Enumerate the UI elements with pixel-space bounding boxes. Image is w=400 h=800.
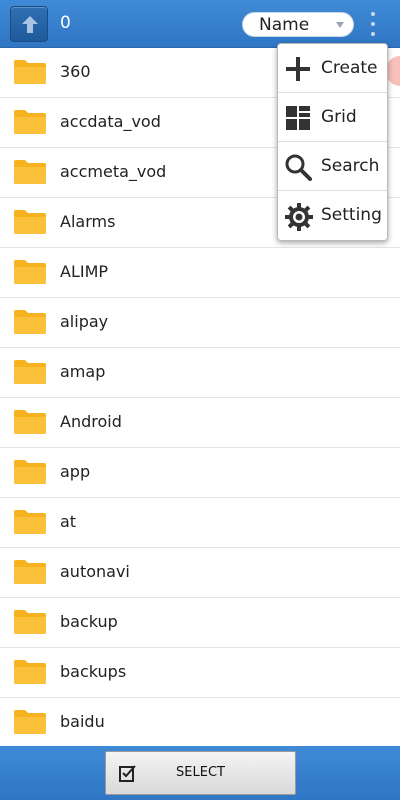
folder-icon bbox=[14, 660, 46, 684]
select-button[interactable]: SELECT bbox=[105, 751, 296, 795]
more-vert-dot bbox=[371, 32, 375, 36]
menu-item-create[interactable]: Create bbox=[278, 44, 387, 93]
list-item[interactable]: alipay bbox=[0, 298, 400, 348]
folder-name: app bbox=[60, 462, 91, 481]
list-item[interactable]: amap bbox=[0, 348, 400, 398]
select-button-label: SELECT bbox=[176, 765, 225, 780]
sort-selected-value: Name bbox=[259, 15, 310, 35]
folder-icon bbox=[14, 560, 46, 584]
search-icon bbox=[285, 154, 312, 181]
folder-icon bbox=[14, 410, 46, 434]
bottom-bar: SELECT bbox=[0, 746, 400, 800]
chevron-down-icon bbox=[336, 22, 344, 28]
item-count: 0 bbox=[60, 13, 71, 33]
overflow-menu-button[interactable] bbox=[366, 10, 380, 38]
folder-name: baidu bbox=[60, 712, 105, 731]
list-item[interactable]: app bbox=[0, 448, 400, 498]
folder-name: backup bbox=[60, 612, 118, 631]
sort-dropdown[interactable]: Name bbox=[242, 12, 354, 37]
folder-name: amap bbox=[60, 362, 106, 381]
folder-icon bbox=[14, 510, 46, 534]
menu-item-label: Search bbox=[321, 156, 380, 176]
folder-icon bbox=[14, 210, 46, 234]
list-item[interactable]: ALIMP bbox=[0, 248, 400, 298]
folder-icon bbox=[14, 460, 46, 484]
list-item[interactable]: backups bbox=[0, 648, 400, 698]
folder-icon bbox=[14, 160, 46, 184]
more-vert-icon bbox=[371, 12, 375, 16]
folder-name: accdata_vod bbox=[60, 112, 161, 131]
list-item[interactable]: at bbox=[0, 498, 400, 548]
more-vert-dot bbox=[371, 22, 375, 26]
menu-item-grid[interactable]: Grid bbox=[278, 93, 387, 142]
folder-name: Android bbox=[60, 412, 122, 431]
grid-icon bbox=[286, 106, 310, 130]
list-item[interactable]: Android bbox=[0, 398, 400, 448]
gear-icon bbox=[285, 203, 313, 231]
menu-item-search[interactable]: Search bbox=[278, 142, 387, 191]
folder-name: alipay bbox=[60, 312, 109, 331]
folder-name: accmeta_vod bbox=[60, 162, 167, 181]
list-item[interactable]: backup bbox=[0, 598, 400, 648]
folder-icon bbox=[14, 360, 46, 384]
folder-icon bbox=[14, 60, 46, 84]
folder-icon bbox=[14, 110, 46, 134]
folder-icon bbox=[14, 610, 46, 634]
navigate-up-button[interactable] bbox=[10, 6, 48, 42]
menu-item-label: Create bbox=[321, 58, 378, 78]
folder-name: Alarms bbox=[60, 212, 116, 231]
folder-icon bbox=[14, 310, 46, 334]
folder-name: at bbox=[60, 512, 77, 531]
up-arrow-icon bbox=[22, 16, 38, 33]
overflow-popup-menu: Create Grid Search Setting bbox=[277, 43, 388, 241]
top-bar: 0 Name bbox=[0, 0, 400, 48]
folder-name: backups bbox=[60, 662, 127, 681]
menu-item-label: Setting bbox=[321, 205, 382, 225]
menu-item-label: Grid bbox=[321, 107, 357, 127]
list-item[interactable]: baidu bbox=[0, 698, 400, 748]
folder-name: ALIMP bbox=[60, 262, 109, 281]
folder-icon bbox=[14, 710, 46, 734]
folder-icon bbox=[14, 260, 46, 284]
menu-item-setting[interactable]: Setting bbox=[278, 191, 387, 240]
folder-name: 360 bbox=[60, 62, 91, 81]
plus-icon bbox=[286, 57, 310, 81]
folder-name: autonavi bbox=[60, 562, 130, 581]
list-item[interactable]: autonavi bbox=[0, 548, 400, 598]
